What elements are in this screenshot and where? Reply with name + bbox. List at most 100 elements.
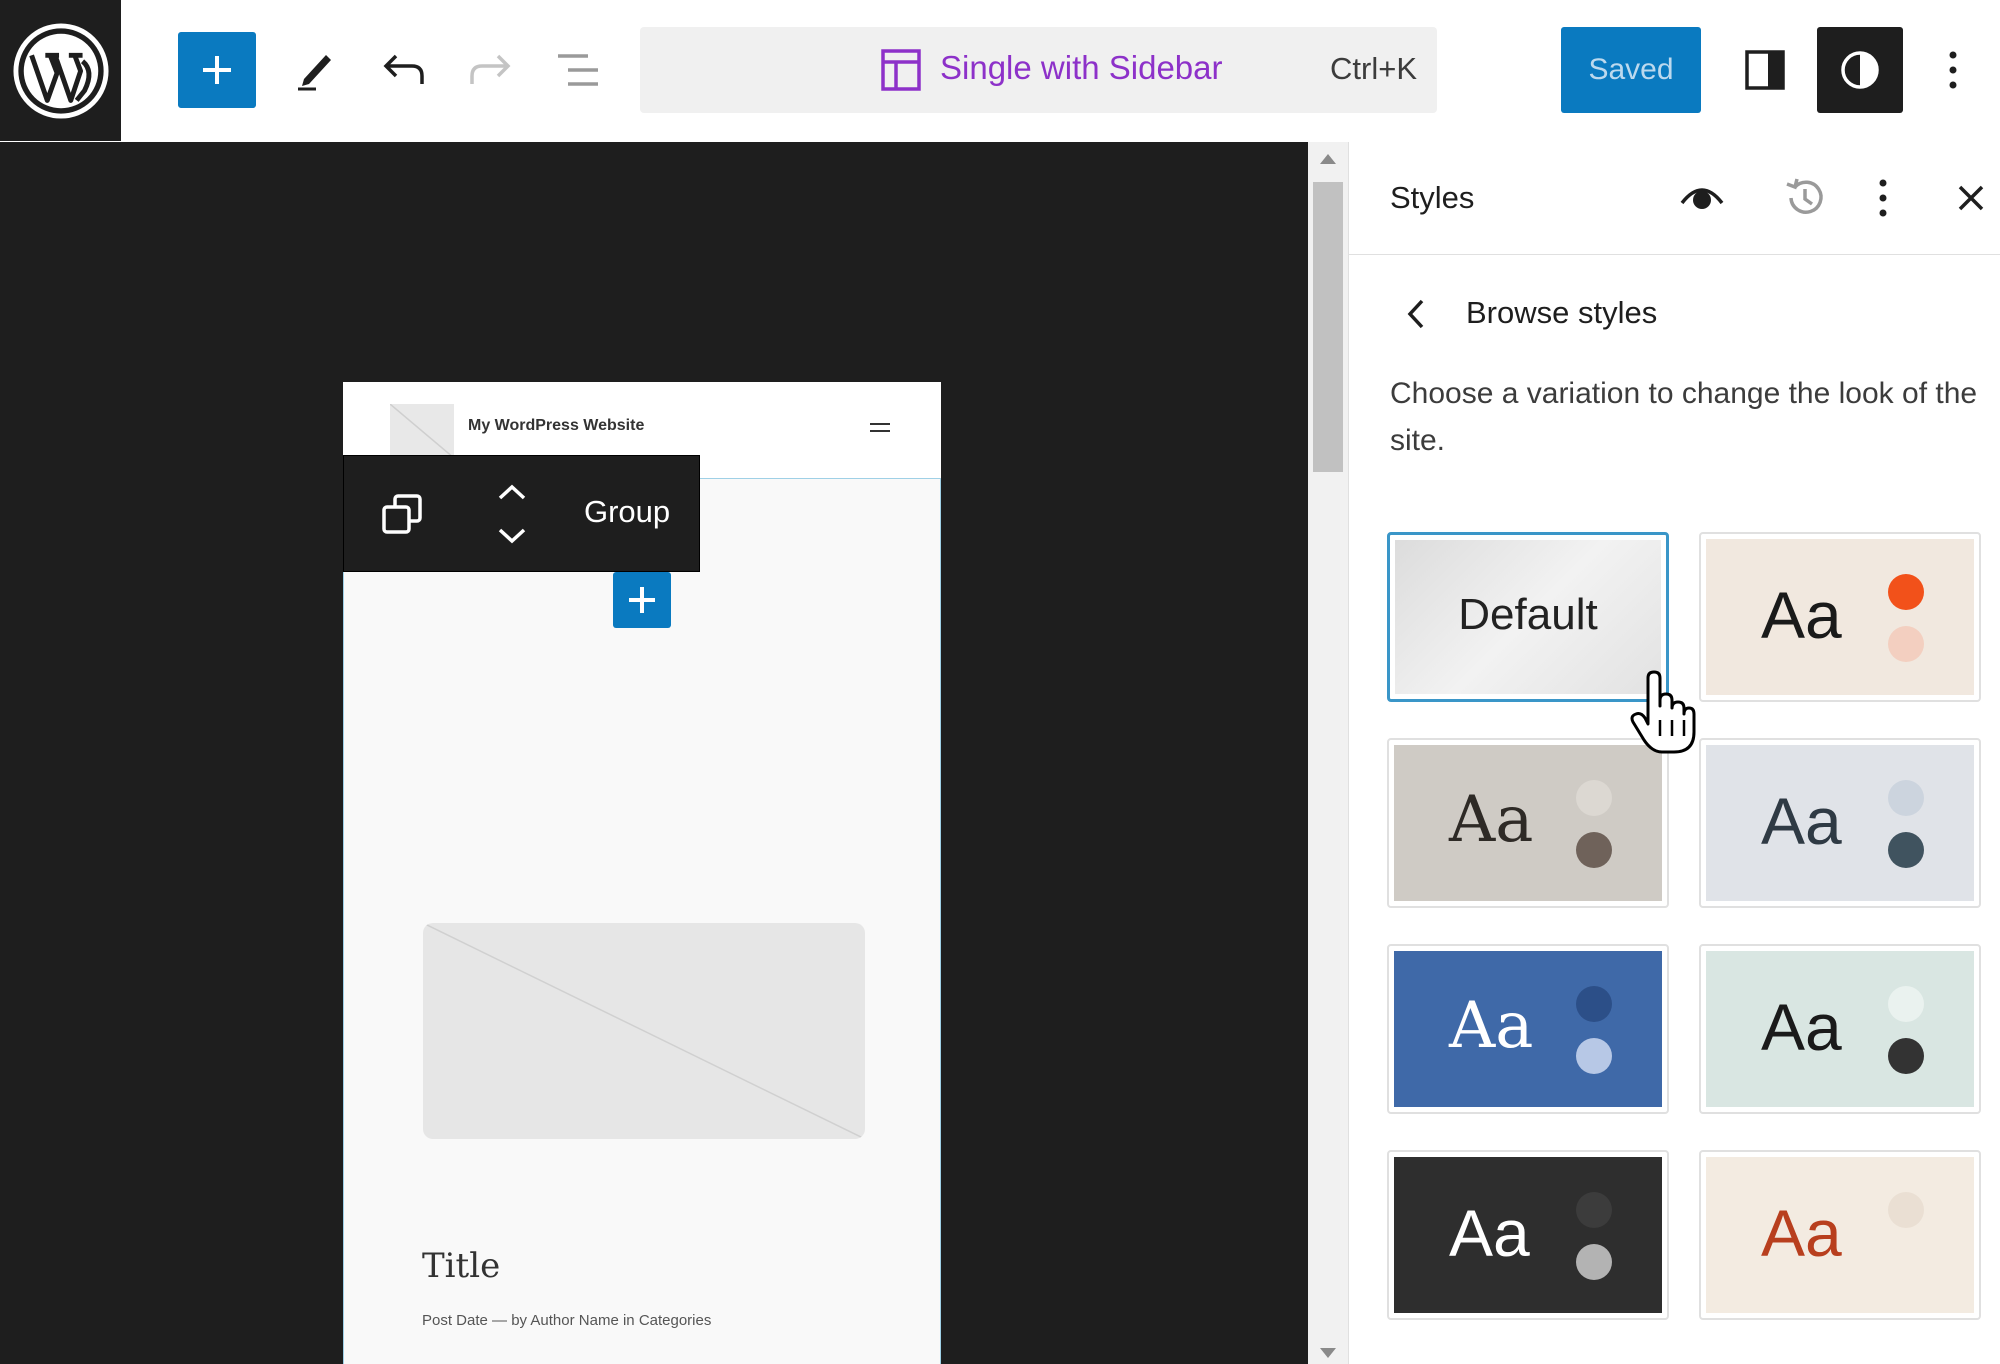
variation-typography-sample: Aa [1449, 989, 1534, 1063]
post-title[interactable]: Title [422, 1246, 500, 1286]
revisions-button[interactable] [1775, 168, 1835, 228]
template-layout-icon [881, 49, 921, 91]
canvas-scrollbar[interactable] [1308, 142, 1348, 1364]
variation-color-swatch [1576, 986, 1612, 1022]
history-icon [1786, 178, 1823, 214]
pencil-icon [298, 55, 331, 91]
sidebar-header: Styles [1349, 142, 2000, 255]
variation-preview: Aa [1706, 539, 1974, 695]
post-meta: Post Date — by Author Name in Categories [422, 1312, 711, 1329]
tools-button[interactable] [278, 32, 354, 108]
style-variation-5[interactable]: Aa [1387, 944, 1669, 1114]
plus-icon [629, 587, 655, 613]
keyboard-shortcut: Ctrl+K [1330, 51, 1417, 86]
variation-label: Default [1458, 590, 1598, 639]
variation-color-swatch [1888, 780, 1924, 816]
sidebar-toggle-icon [1745, 50, 1785, 90]
template-name: Single with Sidebar [940, 49, 1223, 86]
variation-preview: Aa [1706, 745, 1974, 901]
variation-color-swatch [1888, 832, 1924, 868]
post-author[interactable]: Author Name [530, 1312, 618, 1329]
variation-color-swatch [1576, 832, 1612, 868]
plus-icon [203, 56, 231, 84]
block-inserter-button[interactable] [613, 572, 671, 628]
style-variation-3[interactable]: Aa [1387, 738, 1669, 908]
variation-typography-sample: Aa [1761, 1196, 1842, 1270]
browse-styles-title: Browse styles [1466, 295, 1658, 330]
style-variation-default[interactable]: Default [1387, 532, 1669, 702]
contrast-icon [1841, 51, 1879, 89]
meta-separator: — [492, 1312, 508, 1329]
move-up-down-icon [498, 484, 526, 544]
style-variation-6[interactable]: Aa [1699, 944, 1981, 1114]
kebab-menu-icon [1949, 51, 1957, 89]
styles-button[interactable] [1817, 27, 1903, 113]
variation-typography-sample: Aa [1761, 578, 1842, 652]
editor-header: Single with Sidebar Ctrl+K Saved [0, 0, 2000, 143]
close-button[interactable] [1941, 168, 2000, 228]
list-view-icon [558, 54, 598, 86]
site-title[interactable]: My WordPress Website [468, 417, 644, 435]
browse-styles-description: Choose a variation to change the look of… [1390, 377, 1978, 457]
kebab-menu-icon [1879, 179, 1887, 217]
undo-icon [383, 54, 424, 84]
style-book-button[interactable] [1672, 168, 1732, 228]
scroll-up-arrow-icon[interactable] [1320, 154, 1336, 164]
meta-in: in [622, 1312, 635, 1329]
style-variation-4[interactable]: Aa [1699, 738, 1981, 908]
command-palette-button[interactable]: Single with Sidebar Ctrl+K [640, 27, 1437, 113]
variation-color-swatch [1888, 1038, 1924, 1074]
navigation-menu-icon[interactable] [870, 418, 890, 437]
variation-color-swatch [1576, 1038, 1612, 1074]
duplicate-icon [382, 494, 422, 534]
style-variation-7[interactable]: Aa [1387, 1150, 1669, 1320]
navigator-header: Browse styles [1349, 272, 2000, 362]
redo-button[interactable] [452, 32, 528, 108]
variation-color-swatch [1576, 780, 1612, 816]
eye-icon [1680, 188, 1724, 209]
variation-preview: Aa [1394, 951, 1662, 1107]
scrollbar-thumb[interactable] [1313, 182, 1343, 472]
chevron-left-icon [1407, 299, 1424, 329]
style-variation-8[interactable]: Aa [1699, 1150, 1981, 1320]
post-categories[interactable]: Categories [639, 1312, 712, 1329]
duplicate-button[interactable] [374, 486, 430, 542]
meta-by: by [511, 1312, 528, 1329]
saved-button[interactable]: Saved [1561, 27, 1701, 113]
block-toolbar: Group [343, 455, 700, 572]
back-button[interactable] [1391, 284, 1441, 344]
options-button[interactable] [1918, 27, 1988, 113]
more-options-button[interactable] [1853, 168, 1913, 228]
variation-color-swatch [1576, 1244, 1612, 1280]
variation-preview: Aa [1706, 951, 1974, 1107]
wordpress-logo-icon[interactable] [0, 0, 121, 141]
redo-icon [470, 54, 511, 84]
block-type-label[interactable]: Group [584, 494, 670, 530]
variation-color-swatch [1888, 986, 1924, 1022]
variation-preview: Aa [1706, 1157, 1974, 1313]
variation-typography-sample: Aa [1449, 1196, 1530, 1270]
variation-typography-sample: Aa [1449, 783, 1534, 857]
move-up-down-button[interactable] [484, 476, 540, 552]
featured-image-placeholder[interactable] [423, 923, 865, 1139]
variation-preview: Aa [1394, 1157, 1662, 1313]
variation-typography-sample: Aa [1761, 990, 1842, 1064]
scroll-down-arrow-icon[interactable] [1320, 1348, 1336, 1358]
undo-button[interactable] [366, 32, 442, 108]
list-view-button[interactable] [540, 32, 616, 108]
variation-color-swatch [1888, 1244, 1924, 1280]
post-date[interactable]: Post Date [422, 1312, 488, 1329]
settings-toggle-button[interactable] [1722, 27, 1808, 113]
close-icon [1958, 185, 1984, 211]
editor-canvas[interactable]: My WordPress Website Title Post Date — b… [0, 142, 1308, 1364]
variation-color-swatch [1576, 1192, 1612, 1228]
add-block-button[interactable] [178, 32, 256, 108]
hand-pointer-icon [1630, 670, 1696, 754]
style-variation-2[interactable]: Aa [1699, 532, 1981, 702]
site-logo-placeholder[interactable] [390, 404, 454, 458]
variation-typography-sample: Aa [1761, 784, 1842, 858]
variation-preview: Aa [1394, 745, 1662, 901]
variation-preview: Default [1395, 540, 1661, 694]
variation-color-swatch [1888, 1192, 1924, 1228]
variation-color-swatch [1888, 574, 1924, 610]
